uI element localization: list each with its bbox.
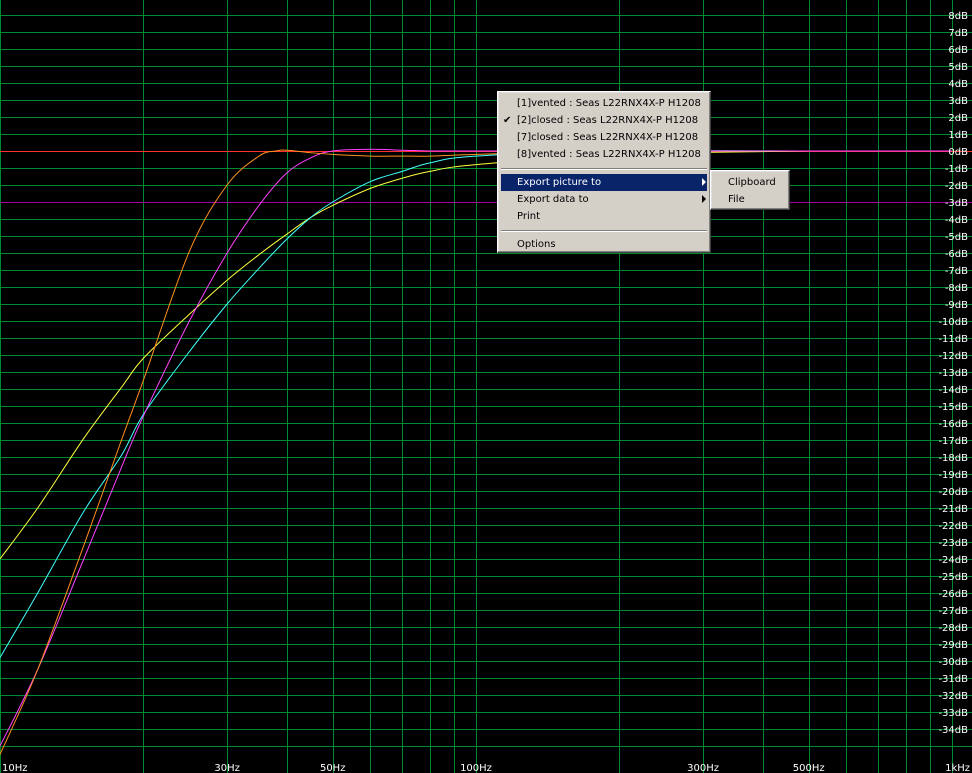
menu-item-print[interactable]: Print (498, 208, 710, 225)
y-tick-label: -10dB (938, 317, 968, 328)
y-tick-label: -22dB (938, 521, 968, 532)
menu-item-label: [2]closed : Seas L22RNX4X-P H1208 (517, 115, 699, 126)
y-tick-label: -31dB (938, 674, 968, 685)
menu-item-export-data[interactable]: Export data to (498, 191, 710, 208)
check-icon: ✔ (503, 115, 512, 126)
y-tick-label: -29dB (938, 640, 968, 651)
x-tick-label: 50Hz (320, 763, 346, 773)
y-tick-label: -27dB (938, 606, 968, 617)
menu-item-label: Clipboard (728, 177, 776, 188)
y-tick-label: 0dB (948, 147, 968, 158)
x-tick-label: 100Hz (460, 763, 492, 773)
y-tick-label: -26dB (938, 589, 968, 600)
submenu-item-clipboard[interactable]: Clipboard (711, 174, 789, 191)
y-tick-label: 2dB (948, 113, 968, 124)
menu-item-label: Export data to (517, 194, 589, 205)
y-tick-label: -9dB (945, 300, 968, 311)
y-tick-label: 6dB (948, 45, 968, 56)
y-tick-label: -17dB (938, 436, 968, 447)
y-tick-label: -11dB (938, 334, 968, 345)
y-tick-label: -32dB (938, 691, 968, 702)
y-tick-label: -14dB (938, 385, 968, 396)
menu-item-label: [1]vented : Seas L22RNX4X-P H1208 (517, 98, 701, 109)
y-tick-label: -4dB (945, 215, 968, 226)
y-tick-label: -24dB (938, 555, 968, 566)
menu-item-label: [8]vented : Seas L22RNX4X-P H1208 (517, 149, 701, 160)
submenu-arrow-icon (702, 178, 706, 186)
y-tick-label: -33dB (938, 708, 968, 719)
menu-separator (501, 168, 707, 170)
y-tick-label: -7dB (945, 266, 968, 277)
menu-item-label: Options (517, 239, 556, 250)
y-tick-label: -21dB (938, 504, 968, 515)
x-tick-label: 1kHz (945, 763, 970, 773)
y-tick-label: -34dB (938, 725, 968, 736)
menu-item-label: Export picture to (517, 177, 602, 188)
y-tick-label: -15dB (938, 402, 968, 413)
submenu-item-file[interactable]: File (711, 191, 789, 208)
y-tick-label: 8dB (948, 11, 968, 22)
y-tick-label: -2dB (945, 181, 968, 192)
menu-item-label: File (728, 194, 745, 205)
x-tick-label: 30Hz (214, 763, 240, 773)
y-tick-label: -16dB (938, 419, 968, 430)
x-tick-label: 500Hz (793, 763, 825, 773)
y-tick-label: 5dB (948, 62, 968, 73)
menu-item-export-picture[interactable]: Export picture to (501, 174, 707, 191)
y-tick-label: -18dB (938, 453, 968, 464)
menu-item-curve-7[interactable]: [7]closed : Seas L22RNX4X-P H1208 (498, 129, 710, 146)
y-tick-label: -23dB (938, 538, 968, 549)
y-tick-label: 3dB (948, 96, 968, 107)
x-tick-label: 10Hz (2, 763, 28, 773)
menu-item-label: [7]closed : Seas L22RNX4X-P H1208 (517, 132, 699, 143)
y-tick-label: -19dB (938, 470, 968, 481)
y-tick-label: -25dB (938, 572, 968, 583)
y-tick-label: 1dB (948, 130, 968, 141)
export-picture-submenu: Clipboard File (710, 170, 790, 210)
plot-background (0, 0, 972, 773)
submenu-arrow-icon (702, 195, 706, 203)
y-tick-label: 4dB (948, 79, 968, 90)
y-tick-label: -8dB (945, 283, 968, 294)
menu-item-curve-8[interactable]: [8]vented : Seas L22RNX4X-P H1208 (498, 146, 710, 163)
frequency-response-chart: 8dB 7dB 6dB 5dB 4dB 3dB 2dB 1dB 0dB -1dB -2dB -3dB -… (0, 0, 972, 773)
y-tick-label: -30dB (938, 657, 968, 668)
y-tick-label: -20dB (938, 487, 968, 498)
menu-separator (501, 230, 707, 232)
y-tick-label: -5dB (945, 232, 968, 243)
y-tick-label: -3dB (945, 198, 968, 209)
menu-item-options[interactable]: Options (498, 236, 710, 253)
y-tick-label: -1dB (945, 164, 968, 175)
menu-item-curve-2[interactable]: ✔ [2]closed : Seas L22RNX4X-P H1208 (498, 112, 710, 129)
context-menu: [1]vented : Seas L22RNX4X-P H1208 ✔ [2]c… (497, 91, 711, 253)
y-tick-label: -13dB (938, 368, 968, 379)
menu-item-curve-1[interactable]: [1]vented : Seas L22RNX4X-P H1208 (498, 95, 710, 112)
x-tick-label: 300Hz (687, 763, 719, 773)
y-tick-label: -6dB (945, 249, 968, 260)
y-tick-label: -28dB (938, 623, 968, 634)
y-tick-label: 7dB (948, 28, 968, 39)
menu-item-label: Print (517, 211, 541, 222)
y-tick-label: -12dB (938, 351, 968, 362)
